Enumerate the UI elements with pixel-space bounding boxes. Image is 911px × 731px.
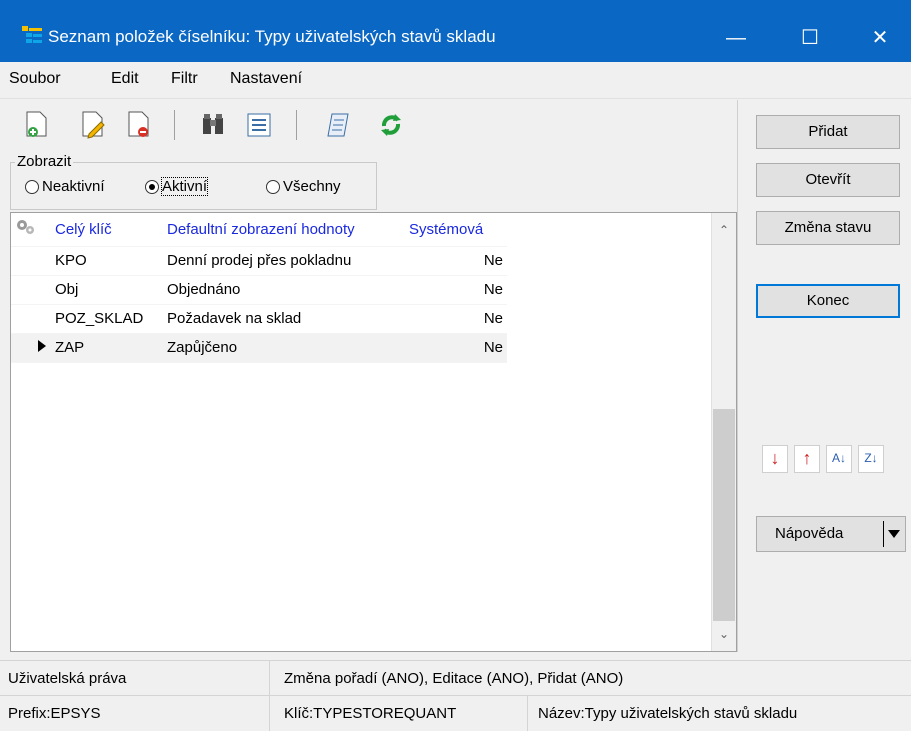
data-grid[interactable]: Celý klíč Defaultní zobrazení hodnoty Sy… bbox=[10, 212, 737, 652]
menu-filtr[interactable]: Filtr bbox=[171, 70, 198, 88]
column-header-display-value[interactable]: Defaultní zobrazení hodnoty bbox=[163, 213, 405, 247]
window-title: Seznam položek číselníku: Typy uživatels… bbox=[48, 27, 496, 46]
toolbar bbox=[8, 100, 703, 158]
rights-status-bar: Uživatelská práva Změna pořadí (ANO), Ed… bbox=[0, 660, 911, 696]
move-down-icon[interactable]: ↓ bbox=[762, 445, 788, 473]
table-row[interactable]: POZ_SKLAD Požadavek na sklad Ne bbox=[11, 304, 507, 334]
radio-neaktivni[interactable]: Neaktivní bbox=[25, 178, 105, 195]
cell-display-value[interactable]: Požadavek na sklad bbox=[163, 304, 405, 334]
move-up-icon[interactable]: ↑ bbox=[794, 445, 820, 473]
help-button-label: Nápověda bbox=[775, 525, 844, 542]
menu-edit[interactable]: Edit bbox=[111, 70, 139, 88]
current-row-arrow-icon bbox=[38, 339, 46, 352]
radio-label: Všechny bbox=[283, 178, 341, 195]
toolbar-separator bbox=[296, 110, 297, 140]
chevron-down-icon[interactable] bbox=[888, 530, 900, 538]
cell-system[interactable]: Ne bbox=[405, 246, 507, 276]
table-row-current[interactable]: ZAP Zapůjčeno Ne bbox=[11, 333, 507, 363]
toolbar-separator bbox=[174, 110, 175, 140]
title-bar: Seznam položek číselníku: Typy uživatels… bbox=[0, 0, 911, 62]
open-button[interactable]: Otevřít bbox=[756, 163, 900, 197]
help-split-divider bbox=[883, 521, 884, 547]
app-icon bbox=[22, 26, 42, 43]
radio-circle[interactable] bbox=[266, 179, 280, 194]
scroll-up-icon[interactable]: ⌃ bbox=[712, 223, 736, 237]
cell-system[interactable]: Ne bbox=[405, 304, 507, 334]
radio-circle[interactable] bbox=[25, 179, 39, 194]
change-state-button[interactable]: Změna stavu bbox=[756, 211, 900, 245]
scrollbar-thumb[interactable] bbox=[713, 409, 735, 621]
button-panel: Přidat Otevřít Změna stavu Konec ↓ ↑ A↓ … bbox=[737, 100, 911, 652]
cell-system[interactable]: Ne bbox=[405, 333, 507, 363]
change-state-button-label: Změna stavu bbox=[784, 219, 872, 236]
menu-bar: Soubor Edit Filtr Nastavení bbox=[0, 62, 911, 99]
add-button-label: Přidat bbox=[808, 123, 848, 140]
radio-label: Aktivní bbox=[160, 177, 209, 196]
new-document-icon[interactable] bbox=[24, 110, 50, 140]
minimize-button[interactable]: — bbox=[716, 18, 756, 58]
table-header-row: Celý klíč Defaultní zobrazení hodnoty Sy… bbox=[11, 213, 507, 247]
cell-key[interactable]: Obj bbox=[51, 275, 163, 305]
open-button-label: Otevřít bbox=[805, 171, 851, 188]
row-indicator bbox=[11, 275, 51, 305]
binoculars-icon[interactable] bbox=[200, 110, 226, 140]
row-indicator bbox=[11, 246, 51, 276]
vertical-scrollbar[interactable]: ⌃ ⌄ bbox=[711, 213, 736, 651]
help-button[interactable]: Nápověda bbox=[756, 516, 906, 552]
delete-document-icon[interactable] bbox=[126, 110, 152, 140]
current-row-indicator bbox=[11, 333, 51, 363]
sort-buttons: ↓ ↑ A↓ Z↓ bbox=[762, 445, 890, 473]
menu-nastaveni[interactable]: Nastavení bbox=[230, 70, 302, 88]
column-header-key[interactable]: Celý klíč bbox=[51, 213, 163, 247]
sort-ascending-icon[interactable]: A↓ bbox=[826, 445, 852, 473]
close-button[interactable]: ✕ bbox=[860, 18, 900, 58]
menu-soubor[interactable]: Soubor bbox=[9, 70, 61, 88]
key-status: Klíč:TYPESTOREQUANT bbox=[270, 696, 528, 731]
cell-key[interactable]: POZ_SKLAD bbox=[51, 304, 163, 334]
column-settings-cell[interactable] bbox=[11, 213, 51, 247]
list-view-icon[interactable] bbox=[246, 110, 272, 140]
cell-display-value[interactable]: Denní prodej přes pokladnu bbox=[163, 246, 405, 276]
cell-system[interactable]: Ne bbox=[405, 275, 507, 305]
radio-circle-selected[interactable] bbox=[145, 179, 159, 194]
cell-key[interactable]: ZAP bbox=[51, 333, 163, 363]
rights-value: Změna pořadí (ANO), Editace (ANO), Přida… bbox=[284, 670, 624, 687]
close-window-button-label: Konec bbox=[806, 292, 850, 309]
gears-icon[interactable] bbox=[15, 218, 37, 236]
radio-vsechny[interactable]: Všechny bbox=[266, 178, 341, 195]
table-row[interactable]: KPO Denní prodej přes pokladnu Ne bbox=[11, 246, 507, 276]
rights-label: Uživatelská práva bbox=[0, 661, 270, 696]
scroll-down-icon[interactable]: ⌄ bbox=[712, 627, 736, 641]
cell-display-value[interactable]: Zapůjčeno bbox=[163, 333, 405, 363]
name-status: Název:Typy uživatelských stavů skladu bbox=[538, 705, 798, 722]
edit-document-icon[interactable] bbox=[80, 110, 106, 140]
prefix-status: Prefix:EPSYS bbox=[0, 696, 270, 731]
display-filter-legend: Zobrazit bbox=[15, 153, 74, 170]
sort-descending-icon[interactable]: Z↓ bbox=[858, 445, 884, 473]
radio-aktivni[interactable]: Aktivní bbox=[145, 177, 209, 196]
maximize-button[interactable]: ☐ bbox=[790, 18, 830, 58]
display-filter-group: Zobrazit Neaktivní Aktivní Všechny bbox=[10, 153, 377, 210]
close-window-button[interactable]: Konec bbox=[756, 284, 900, 318]
add-button[interactable]: Přidat bbox=[756, 115, 900, 149]
notes-icon[interactable] bbox=[326, 110, 352, 140]
column-header-system[interactable]: Systémová bbox=[405, 213, 507, 247]
radio-label: Neaktivní bbox=[42, 178, 105, 195]
refresh-icon[interactable] bbox=[378, 110, 404, 140]
row-indicator bbox=[11, 304, 51, 334]
table-row[interactable]: Obj Objednáno Ne bbox=[11, 275, 507, 305]
cell-display-value[interactable]: Objednáno bbox=[163, 275, 405, 305]
cell-key[interactable]: KPO bbox=[51, 246, 163, 276]
info-status-bar: Prefix:EPSYS Klíč:TYPESTOREQUANT Název:T… bbox=[0, 695, 911, 731]
